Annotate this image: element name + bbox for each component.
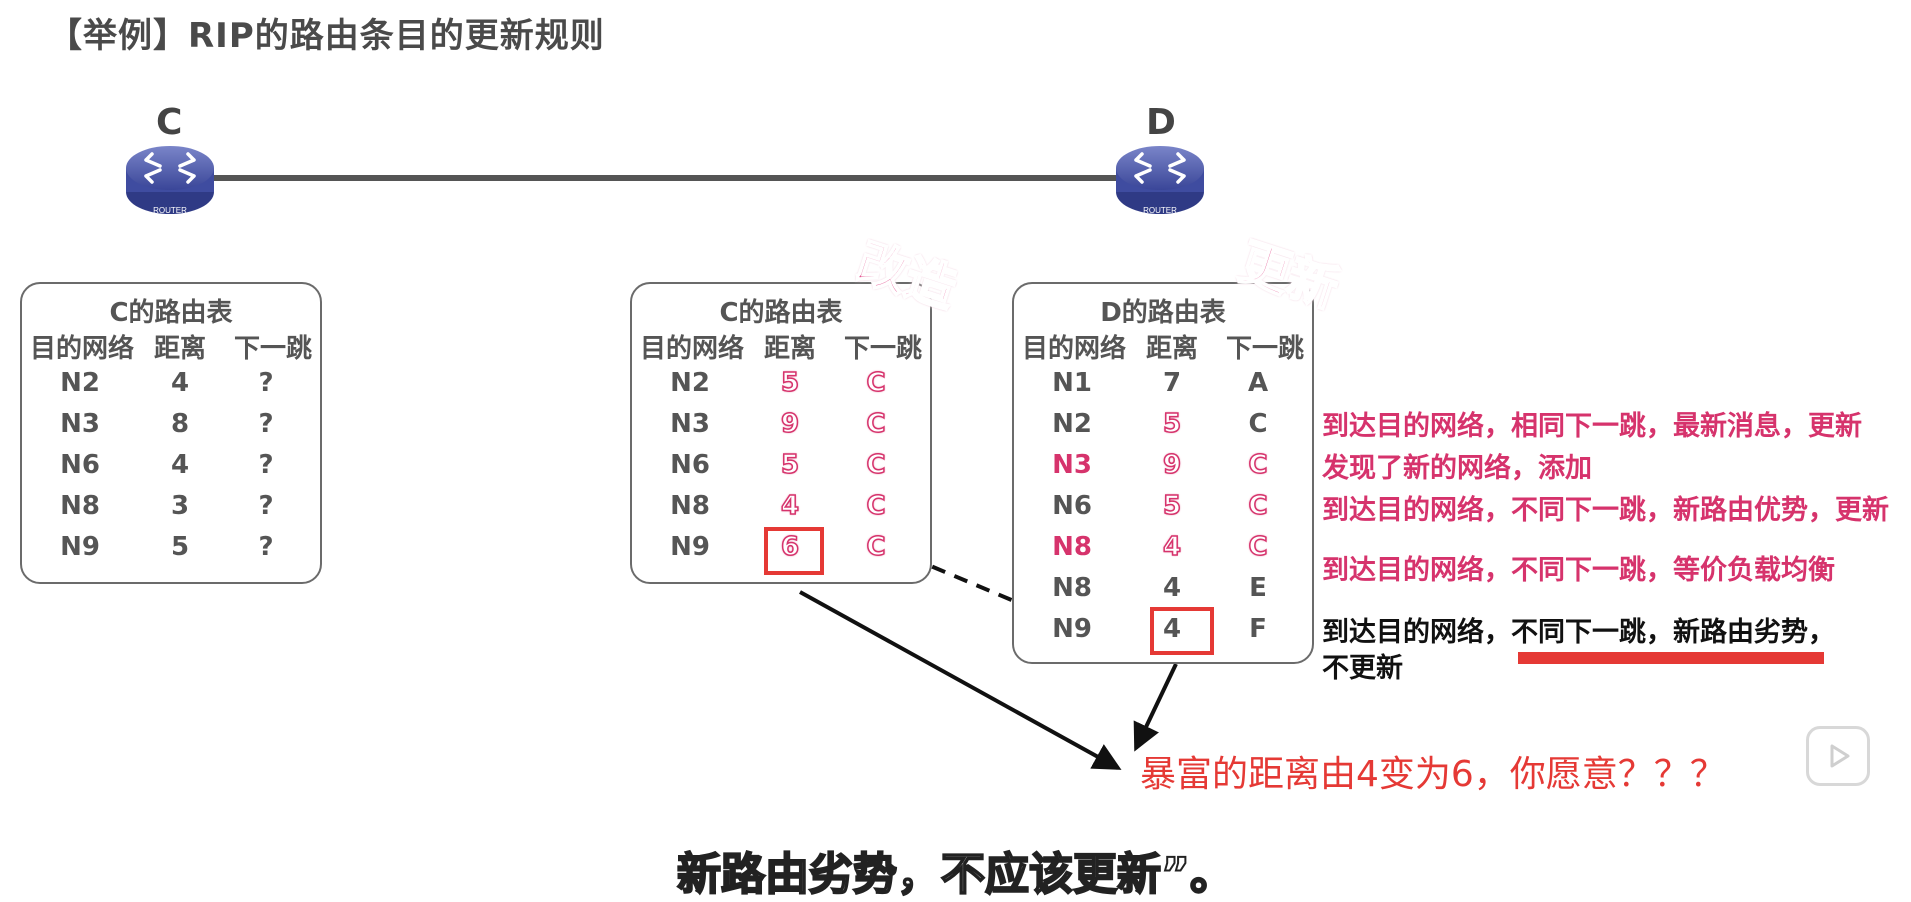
cell: N1 xyxy=(1052,368,1092,398)
cell: 9 xyxy=(780,408,800,440)
cell: N9 xyxy=(670,532,710,562)
cell: N2 xyxy=(1052,409,1092,439)
cell: N9 xyxy=(1052,614,1092,644)
cell: C xyxy=(866,490,887,522)
cell: C xyxy=(1248,531,1269,563)
router-c-icon: ROUTER xyxy=(126,146,214,215)
cell: N6 xyxy=(670,450,710,480)
cell: N2 xyxy=(60,368,100,398)
cell: ? xyxy=(258,450,274,480)
cell: E xyxy=(1249,573,1267,603)
cell: N3 xyxy=(1052,450,1092,480)
header-next-hop: 下一跳 xyxy=(844,334,923,364)
cell: 5 xyxy=(170,532,190,562)
c-routing-table-original: C的路由表 目的网络 距离 下一跳 N2 4 ? N3 8 ? N6 4 ? N… xyxy=(20,282,322,584)
cell: C xyxy=(866,408,887,440)
cell: ? xyxy=(258,532,274,562)
cell: 5 xyxy=(1162,490,1182,522)
cell: 5 xyxy=(780,367,800,399)
note-better-route: 到达目的网络，不同下一跳，新路由优势，更新 xyxy=(1322,495,1889,526)
cell: 3 xyxy=(170,491,190,521)
header-destination: 目的网络 xyxy=(640,334,745,364)
cell: C xyxy=(1248,490,1269,522)
svg-text:ROUTER: ROUTER xyxy=(1143,206,1177,215)
arrow-from-d-table xyxy=(1133,663,1178,752)
header-distance: 距离 xyxy=(154,334,207,364)
cell: N8 xyxy=(60,491,100,521)
note-new-network: 发现了新的网络，添加 xyxy=(1322,453,1592,484)
cell: N3 xyxy=(670,409,710,439)
svg-text:ROUTER: ROUTER xyxy=(153,206,187,215)
highlight-box-c-n9 xyxy=(764,527,824,575)
cell: N6 xyxy=(60,450,100,480)
cell: 9 xyxy=(1162,449,1182,481)
cell: ? xyxy=(258,409,274,439)
cell: N6 xyxy=(1052,491,1092,521)
header-destination: 目的网络 xyxy=(1022,334,1127,364)
cell: 4 xyxy=(170,450,190,480)
cell: 5 xyxy=(780,449,800,481)
router-c-label: C xyxy=(156,102,183,143)
cell: N8 xyxy=(1052,573,1092,603)
cell: C xyxy=(866,449,887,481)
play-button[interactable] xyxy=(1806,726,1870,786)
cell: ? xyxy=(258,491,274,521)
header-next-hop: 下一跳 xyxy=(234,334,313,364)
cell: A xyxy=(1247,368,1269,398)
cell: ? xyxy=(258,368,274,398)
cell: N3 xyxy=(60,409,100,439)
note-equal-cost: 到达目的网络，不同下一跳，等价负载均衡 xyxy=(1322,555,1835,586)
red-underline xyxy=(1518,652,1824,664)
cell: 8 xyxy=(170,409,190,439)
cell: N8 xyxy=(1052,532,1092,562)
play-icon xyxy=(1830,744,1850,768)
header-distance: 距离 xyxy=(1146,334,1199,364)
highlight-box-d-n9 xyxy=(1150,607,1214,655)
table-title: C的路由表 xyxy=(109,298,233,328)
cell: 4 xyxy=(780,490,800,522)
note-worse-route: 到达目的网络，不同下一跳，新路由劣势， xyxy=(1322,617,1835,648)
cell: C xyxy=(1248,409,1268,439)
note-no-update: 不更新 xyxy=(1322,653,1403,684)
note-same-next-hop: 到达目的网络，相同下一跳，最新消息，更新 xyxy=(1322,411,1862,442)
router-d-icon: ROUTER xyxy=(1116,146,1204,215)
cell: C xyxy=(866,367,887,399)
cell: N9 xyxy=(60,532,100,562)
cell: N8 xyxy=(670,491,710,521)
cell: F xyxy=(1249,614,1267,644)
video-subtitle: 新路由劣势，不应该更新”。 xyxy=(676,848,1235,901)
cell: 4 xyxy=(1162,573,1182,603)
cell: 7 xyxy=(1162,368,1182,398)
cell: 4 xyxy=(170,368,190,398)
header-destination: 目的网络 xyxy=(30,334,135,364)
question-annotation: 暴富的距离由4变为6，你愿意？？？ xyxy=(1140,754,1726,795)
cell: 4 xyxy=(1162,531,1182,563)
cell: N2 xyxy=(670,368,710,398)
header-distance: 距离 xyxy=(764,334,817,364)
cell: 5 xyxy=(1162,408,1182,440)
header-next-hop: 下一跳 xyxy=(1226,334,1305,364)
cell: C xyxy=(866,531,887,563)
cell: C xyxy=(1248,449,1269,481)
router-d-label: D xyxy=(1146,102,1176,143)
